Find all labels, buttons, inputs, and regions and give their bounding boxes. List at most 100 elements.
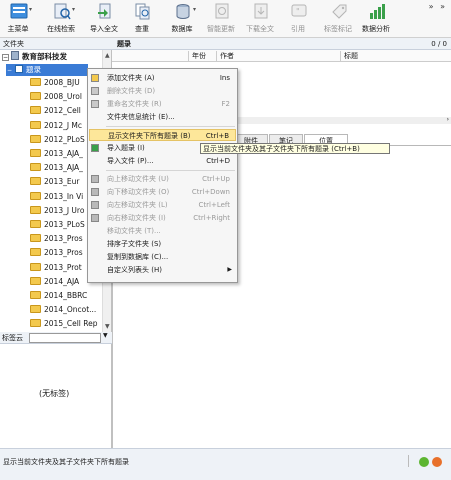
rename-folder-icon: [91, 100, 99, 108]
status-text: 显示当前文件夹及其子文件夹下所有题录: [3, 458, 129, 466]
scroll-up-icon[interactable]: ▲: [105, 52, 110, 59]
tree-node-database[interactable]: − 教育部科技发: [2, 51, 67, 63]
menu-item-label: 向左移动文件夹 (L): [107, 201, 168, 209]
import-fulltext-icon: [98, 3, 111, 19]
menu-item[interactable]: 文件夹信息统计 (E)...: [89, 111, 236, 123]
menu-item[interactable]: 向左移动文件夹 (L) Ctrl+Left: [89, 199, 236, 211]
tree-node-folder[interactable]: 2013_Prot: [30, 262, 82, 274]
tree-node-folder[interactable]: 2014_AJA: [30, 276, 79, 288]
tree-node-label: 2013_Prot: [44, 262, 82, 272]
menu-item[interactable]: 导入文件 (P)... Ctrl+D: [89, 155, 236, 167]
submenu-arrow-icon: ▶: [227, 266, 232, 273]
folder-icon: [30, 305, 41, 314]
tree-node-folder[interactable]: 2012_PLoS: [30, 134, 85, 146]
tree-node-folder[interactable]: 2012_J Mc: [30, 120, 82, 132]
duplicate-check-button[interactable]: 查重: [124, 0, 160, 38]
main-menu-button[interactable]: ▾ 主菜单: [0, 0, 36, 38]
tag-cloud-selector[interactable]: [29, 333, 101, 343]
tree-node-folder[interactable]: 2014_BBRC: [30, 290, 87, 302]
status-bar: 显示当前文件夹及其子文件夹下所有题录: [0, 448, 451, 480]
tree-node-folder[interactable]: 2013_Pros: [30, 247, 83, 259]
collapse-icon[interactable]: −: [2, 54, 9, 61]
menu-item-label: 向右移动文件夹 (I): [107, 214, 166, 222]
smart-update-button[interactable]: 智能更新: [203, 0, 239, 38]
status-sync-icon[interactable]: [432, 457, 442, 467]
menu-item[interactable]: 添加文件夹 (A) Ins: [89, 72, 236, 84]
duplicate-check-label: 查重: [135, 25, 149, 33]
menu-item[interactable]: 向右移动文件夹 (I) Ctrl+Right: [89, 212, 236, 224]
tree-node-folder[interactable]: 2008_BJU: [30, 77, 80, 89]
tree-node-label: 2014_BBRC: [44, 291, 88, 300]
status-ok-icon[interactable]: [419, 457, 429, 467]
column-title[interactable]: 标题: [344, 50, 358, 62]
duplicate-check-icon: [135, 3, 150, 20]
menu-item-label: 复制到数据库 (C)...: [107, 253, 169, 261]
menu-separator: [106, 170, 235, 171]
records-title: 题录: [117, 40, 131, 48]
tree-node-folder[interactable]: 2012_Cell: [30, 105, 81, 117]
toolbar-overflow-icon[interactable]: » »: [429, 2, 447, 11]
scroll-down-icon[interactable]: ▼: [105, 323, 110, 330]
menu-item[interactable]: 自定义列表头 (H) ▶: [89, 264, 236, 276]
tree-node-label: 2013_In Vi: [44, 191, 84, 201]
menu-item[interactable]: 复制到数据库 (C)...: [89, 251, 236, 263]
database-label: 数据库: [171, 25, 193, 33]
menu-item-shortcut: F2: [221, 100, 230, 108]
folder-icon: [30, 106, 41, 115]
menu-item[interactable]: 排序子文件夹 (S): [89, 238, 236, 250]
tag-mark-button[interactable]: 标签标记: [320, 0, 356, 38]
menu-item[interactable]: 向上移动文件夹 (U) Ctrl+Up: [89, 173, 236, 185]
tag-mark-icon: [332, 4, 347, 19]
tree-node-folder[interactable]: 2013_AJA_: [30, 162, 83, 174]
tree-node-folder[interactable]: 2013_Pros: [30, 233, 83, 245]
menu-item-shortcut: Ctrl+Right: [193, 214, 230, 222]
tree-node-folder[interactable]: 2013_PLoS: [30, 219, 85, 231]
column-author[interactable]: 作者: [220, 50, 234, 62]
menu-item[interactable]: 重命名文件夹 (R) F2: [89, 98, 236, 110]
cite-label: 引用: [291, 25, 305, 33]
tree-node-folder[interactable]: 2014_Oncot...: [30, 304, 96, 316]
import-fulltext-button[interactable]: 导入全文: [86, 0, 122, 38]
tree-node-label: 2012_Cell: [44, 106, 81, 116]
online-search-button[interactable]: ▾ 在线检索: [43, 0, 79, 38]
menu-item-label: 文件夹信息统计 (E)...: [107, 113, 175, 121]
menu-item[interactable]: 显示文件夹下所有题录 (B) Ctrl+B: [89, 129, 236, 141]
folder-icon: [30, 191, 41, 200]
move-right-icon: [91, 214, 99, 222]
tree-node-folder[interactable]: 2013_AJA_: [30, 148, 83, 160]
menu-separator: [106, 126, 235, 127]
tree-node-folder[interactable]: 2013_In Vi: [30, 191, 83, 203]
folder-icon: [30, 220, 41, 228]
move-down-icon: [91, 188, 99, 196]
tree-node-root-records[interactable]: − 题录: [6, 64, 88, 76]
records-table-header: 年份 作者 标题: [112, 50, 451, 62]
menu-item[interactable]: 删除文件夹 (D): [89, 85, 236, 97]
column-year[interactable]: 年份: [192, 50, 206, 62]
tree-node-folder[interactable]: 2008_Urol: [30, 91, 82, 103]
menu-item-label: 排序子文件夹 (S): [107, 240, 162, 248]
tree-node-folder[interactable]: 2015_Cell Rep: [30, 318, 98, 330]
folder-icon: [30, 92, 41, 101]
cite-button[interactable]: " 引用: [280, 0, 316, 38]
chevron-down-icon[interactable]: ▼: [103, 332, 108, 339]
folder-icon: [30, 291, 41, 299]
tree-node-label: 2008_Urol: [44, 92, 82, 102]
menu-item[interactable]: 向下移动文件夹 (O) Ctrl+Down: [89, 186, 236, 198]
main-menu-label: 主菜单: [7, 25, 29, 33]
menu-item-shortcut: Ctrl+D: [206, 157, 230, 165]
download-fulltext-button[interactable]: 下载全文: [242, 0, 278, 38]
database-button[interactable]: ▾ 数据库: [164, 0, 200, 38]
folder-icon: [30, 149, 41, 157]
tree-node-folder[interactable]: 2013_Eur: [30, 176, 79, 188]
menu-item-label: 移动文件夹 (T)...: [107, 227, 161, 235]
menu-item[interactable]: 移动文件夹 (T)...: [89, 225, 236, 237]
tree-node-folder[interactable]: 2013_J Uro: [30, 205, 84, 217]
folder-icon: [30, 134, 41, 143]
data-analysis-icon: [370, 4, 385, 19]
database-icon: [176, 4, 190, 19]
add-folder-icon: [91, 74, 99, 82]
data-analysis-button[interactable]: 数据分析: [358, 0, 394, 38]
scroll-right-icon[interactable]: ›: [447, 116, 449, 123]
collapse-icon[interactable]: −: [6, 68, 13, 75]
folder-panel-header: 文件夹: [0, 38, 112, 50]
